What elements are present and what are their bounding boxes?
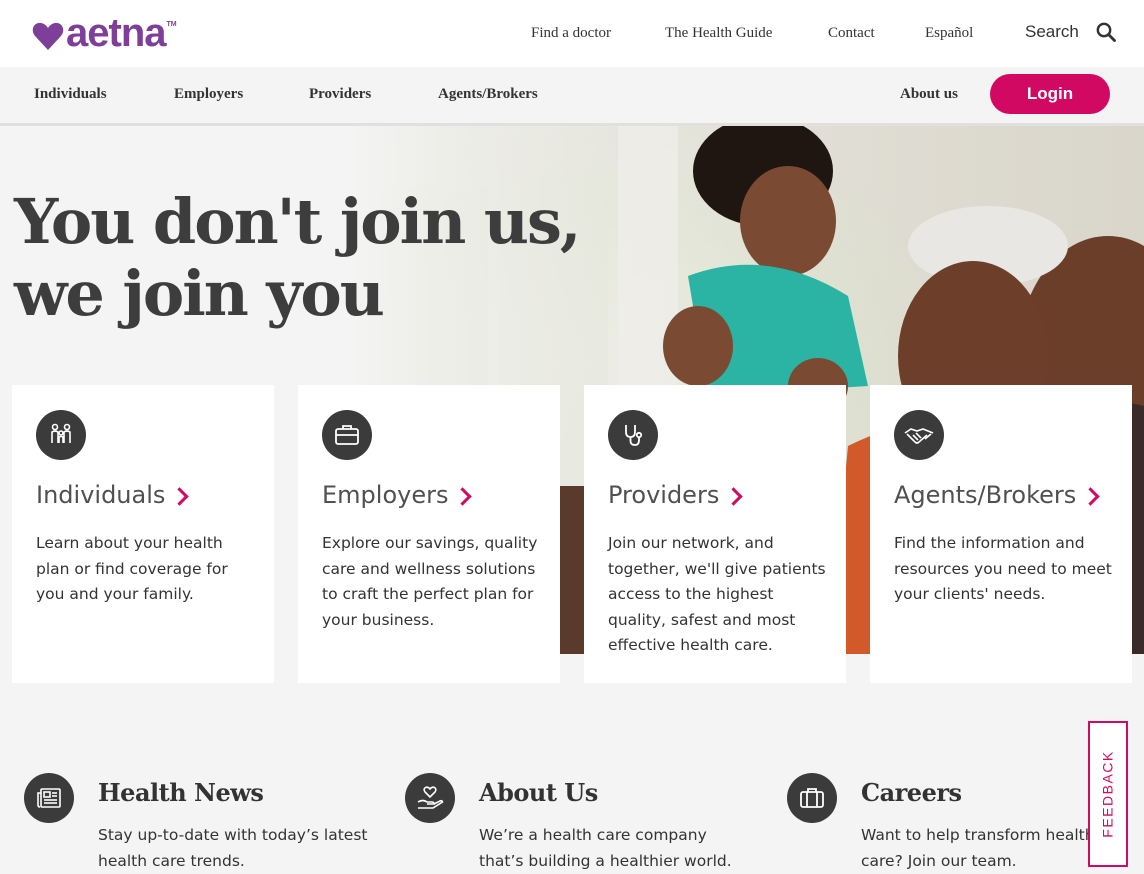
card-description: Learn about your health plan or find cov…: [36, 534, 228, 603]
card-title[interactable]: Individuals: [36, 481, 190, 509]
briefcase-icon: [322, 410, 372, 460]
main-nav: Individuals Employers Providers Agents/B…: [0, 67, 1144, 126]
chevron-right-icon: [724, 486, 744, 506]
health-guide-link[interactable]: The Health Guide: [665, 25, 772, 42]
chevron-right-icon: [170, 486, 190, 506]
card-providers[interactable]: Providers Join our network, and together…: [584, 385, 846, 683]
find-doctor-link[interactable]: Find a doctor: [531, 25, 611, 42]
card-description: Join our network, and together, we'll gi…: [608, 534, 826, 654]
hero-title: You don't join us, we join you: [14, 185, 581, 330]
card-agents-brokers[interactable]: Agents/Brokers Find the information and …: [870, 385, 1132, 683]
nav-individuals[interactable]: Individuals: [34, 86, 107, 103]
feedback-label: FEEDBACK: [1100, 750, 1116, 838]
heart-logo-icon: [32, 22, 64, 50]
chevron-right-icon: [453, 486, 473, 506]
nav-agents-brokers[interactable]: Agents/Brokers: [438, 86, 538, 103]
card-title[interactable]: Agents/Brokers: [894, 481, 1100, 509]
card-title[interactable]: Providers: [608, 481, 744, 509]
about-us-description: We’re a health care company that’s build…: [479, 826, 732, 870]
search-label: Search: [1025, 22, 1079, 41]
stethoscope-icon: [608, 410, 658, 460]
about-us-title[interactable]: About Us: [479, 778, 598, 807]
nav-providers[interactable]: Providers: [309, 86, 371, 103]
careers-title[interactable]: Careers: [861, 778, 962, 807]
heart-hand-icon: [405, 773, 455, 823]
briefcase-icon: [787, 773, 837, 823]
top-header: aetna TM Find a doctor The Health Guide …: [0, 0, 1144, 67]
card-description: Explore our savings, quality care and we…: [322, 534, 538, 629]
handshake-icon: [894, 410, 944, 460]
logo-wordmark: aetna: [66, 11, 166, 55]
chevron-right-icon: [1081, 486, 1100, 506]
contact-link[interactable]: Contact: [828, 25, 875, 42]
health-news-title[interactable]: Health News: [98, 778, 264, 807]
health-news-description: Stay up-to-date with today’s latest heal…: [98, 826, 368, 870]
card-description: Find the information and resources you n…: [894, 534, 1112, 603]
aetna-logo[interactable]: aetna TM: [32, 11, 177, 55]
login-button[interactable]: Login: [990, 74, 1110, 114]
card-title[interactable]: Employers: [322, 481, 473, 509]
feedback-tab[interactable]: FEEDBACK: [1088, 721, 1128, 867]
nav-about-us[interactable]: About us: [900, 86, 958, 103]
nav-employers[interactable]: Employers: [174, 86, 243, 103]
search-icon: [1096, 22, 1116, 42]
card-employers[interactable]: Employers Explore our savings, quality c…: [298, 385, 560, 683]
trademark: TM: [166, 21, 177, 28]
family-icon: [36, 410, 86, 460]
card-individuals[interactable]: Individuals Learn about your health plan…: [12, 385, 274, 683]
search-button[interactable]: Search: [1025, 22, 1116, 42]
newspaper-icon: [24, 773, 74, 823]
espanol-link[interactable]: Español: [925, 25, 973, 42]
